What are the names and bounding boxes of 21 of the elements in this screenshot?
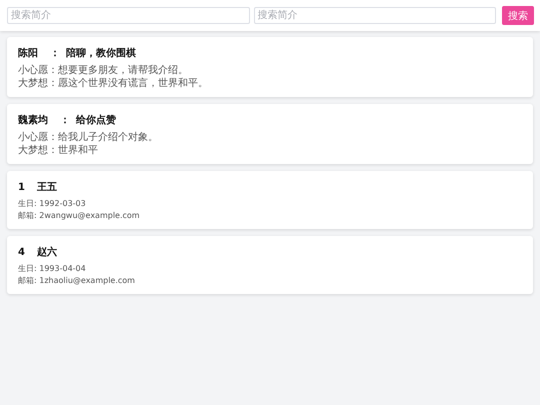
person-name: 魏素均 [18, 114, 48, 127]
headline: 陪聊，教你围棋 [66, 46, 136, 60]
separator: ： [50, 47, 60, 60]
search-button[interactable]: 搜索 [502, 6, 534, 25]
headline: 给你点赞 [76, 114, 116, 127]
person-name: 陈阳 [18, 46, 38, 60]
search-field[interactable]: 搜索简介 [7, 7, 250, 24]
search-field[interactable]: 搜索简介 [254, 7, 496, 24]
person-name: 王五 [36, 181, 57, 194]
info-line: 邮箱: 2wangwu@example.com [18, 210, 141, 222]
info-line: 小心愿：想要更多朋友，请帮我介绍。 [18, 64, 189, 77]
person-name: 赵六 [36, 245, 57, 259]
person-id: 1 [18, 182, 25, 193]
separator: ： [60, 114, 70, 127]
person-id: 4 [18, 247, 25, 258]
info-line: 生日: 1993-04-04 [18, 263, 87, 275]
info-line: 大梦想：愿这个世界没有谎言，世界和平。 [18, 77, 209, 90]
info-line: 小心愿：给我儿子介绍个对象。 [18, 131, 159, 144]
info-line: 生日: 1992-03-03 [18, 198, 87, 210]
info-line: 大梦想：世界和平 [18, 144, 99, 157]
info-line: 邮箱: 1zhaoliu@example.com [18, 275, 136, 287]
